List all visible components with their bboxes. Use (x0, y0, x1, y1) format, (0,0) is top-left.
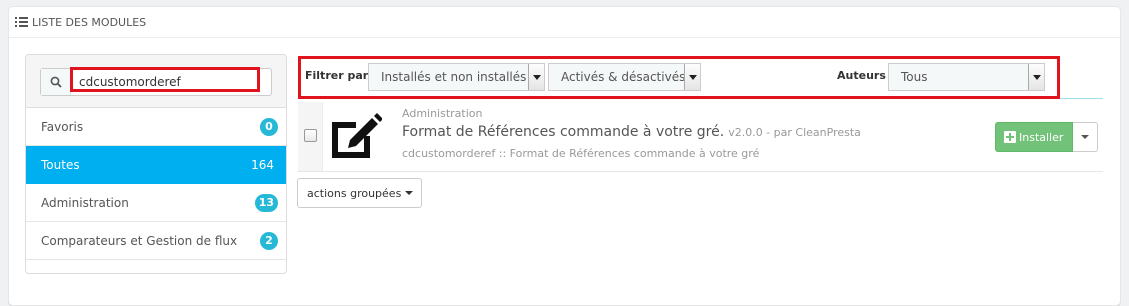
category-count-badge: 0 (260, 117, 278, 136)
category-count-badge: 13 (254, 193, 278, 212)
search-box (26, 55, 286, 108)
module-category: Administration (402, 107, 483, 120)
install-options-dropdown[interactable] (1073, 122, 1099, 152)
status-filter-select[interactable]: Activés & désactivés (548, 63, 701, 91)
authors-filter-select[interactable]: Tous (888, 63, 1045, 91)
filter-label: Filtrer par (305, 69, 369, 82)
caret-down-icon (405, 191, 414, 195)
category-label: Administration (41, 195, 129, 210)
edit-icon (332, 113, 382, 158)
bulk-actions-label: actions groupées (307, 186, 402, 200)
chevron-down-icon (684, 64, 700, 90)
category-administration[interactable]: Administration 13 (26, 184, 286, 222)
list-icon (15, 16, 28, 28)
category-label: Toutes (41, 157, 80, 172)
panel-title: LISTE DES MODULES (32, 15, 147, 29)
category-label: Favoris (41, 119, 84, 134)
category-count-badge: 164 (251, 157, 274, 172)
install-filter-select[interactable]: Installés et non installés (368, 63, 545, 91)
search-input[interactable] (71, 69, 271, 95)
chevron-down-icon (1028, 64, 1044, 90)
install-button[interactable]: Installer (995, 122, 1074, 152)
install-button-group: Installer (995, 122, 1099, 152)
install-label: Installer (1019, 130, 1064, 144)
category-label: Comparateurs et Gestion de flux (41, 233, 238, 248)
authors-label: Auteurs (837, 69, 886, 82)
authors-filter-value: Tous (901, 70, 928, 84)
category-sidebar: Favoris 0 Toutes 164 Administration 13 C… (25, 54, 287, 274)
category-favoris[interactable]: Favoris 0 (26, 108, 286, 146)
status-filter-value: Activés & désactivés (561, 70, 686, 84)
module-select-cell (298, 102, 323, 171)
module-name: Format de Références commande à votre gr… (402, 124, 861, 140)
module-version: v2.0.0 - par CleanPresta (728, 126, 861, 139)
search-icon (41, 69, 71, 95)
filter-bar: Filtrer par Installés et non installés A… (298, 58, 1103, 99)
module-checkbox[interactable] (304, 129, 317, 142)
chevron-down-icon (528, 64, 544, 90)
caret-down-icon (1081, 135, 1090, 139)
install-filter-value: Installés et non installés (381, 70, 527, 84)
plus-icon (1004, 131, 1016, 143)
module-title: Format de Références commande à votre gr… (402, 124, 725, 140)
panel-heading: LISTE DES MODULES (9, 7, 1120, 38)
category-count-badge: 2 (260, 231, 278, 250)
category-comparateurs[interactable]: Comparateurs et Gestion de flux 2 (26, 222, 286, 260)
bulk-actions-button[interactable]: actions groupées (297, 178, 423, 208)
module-description: cdcustomorderef :: Format de Références … (402, 147, 760, 160)
search-group (40, 68, 272, 96)
module-row: Administration Format de Références comm… (298, 102, 1103, 172)
category-toutes[interactable]: Toutes 164 (26, 146, 286, 184)
